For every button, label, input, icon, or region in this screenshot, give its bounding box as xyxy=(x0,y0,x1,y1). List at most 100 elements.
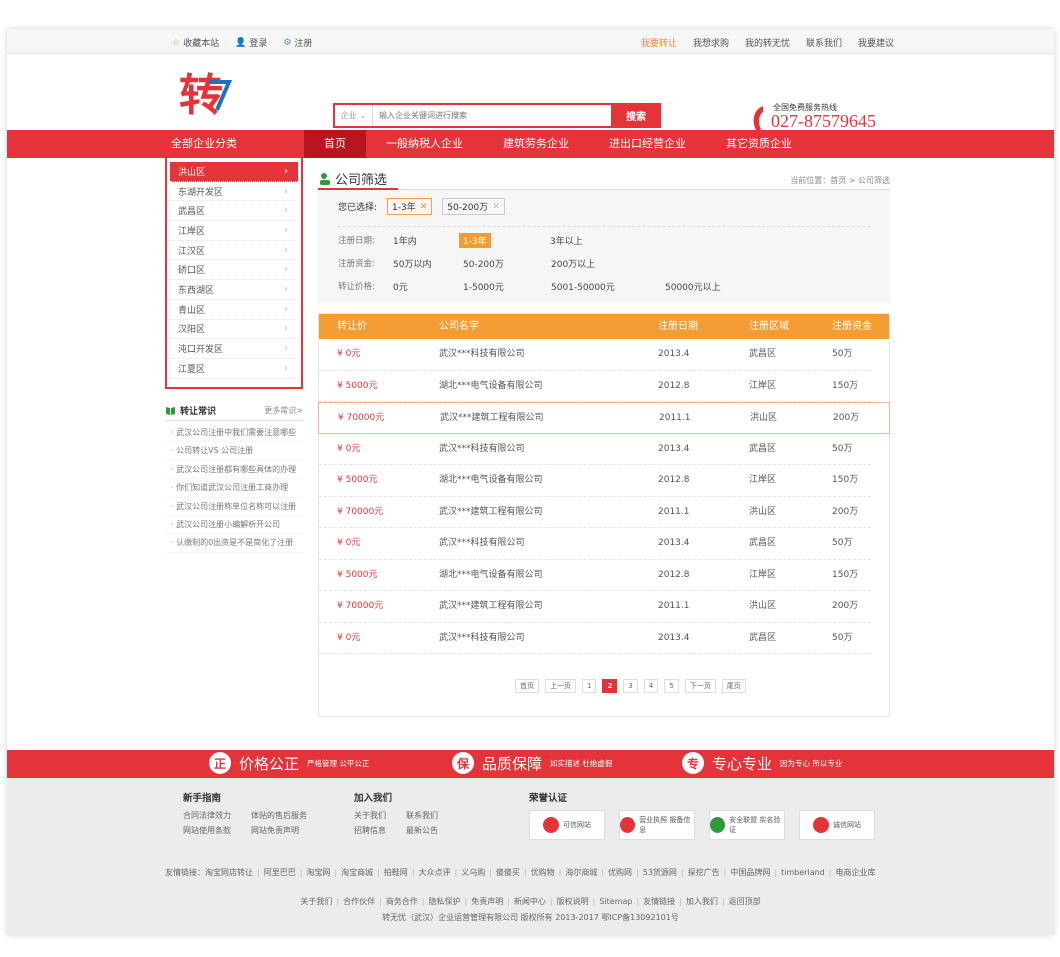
knowledge-item[interactable]: · 公司转让VS 公司注册 xyxy=(165,442,303,461)
about-link[interactable]: 商务合作 xyxy=(386,897,418,906)
table-row[interactable]: ¥ 5000元 湖北***电气设备有限公司 2012.8 江岸区 150万 xyxy=(319,560,871,591)
page-button[interactable]: 2 xyxy=(602,679,618,693)
honor-badge[interactable]: 安全联盟 实名验证 xyxy=(709,810,785,840)
friend-link[interactable]: 淘宝网 xyxy=(306,868,330,877)
topbar-right-link-3[interactable]: 联系我们 xyxy=(806,36,842,49)
friend-link[interactable]: 电商企业库 xyxy=(835,868,875,877)
footer-link[interactable]: 招聘信息 xyxy=(354,823,386,838)
friend-link[interactable]: 淘宝网店转让 xyxy=(205,868,253,877)
honor-badge[interactable]: 营业执照 报备信息 xyxy=(619,810,695,840)
friend-link[interactable]: 义乌购 xyxy=(461,868,485,877)
friend-link[interactable]: 大众点评 xyxy=(419,868,451,877)
about-link[interactable]: 友情链接 xyxy=(643,897,675,906)
site-logo[interactable]: 转 xyxy=(177,68,237,121)
knowledge-item[interactable]: · 武汉公司注册小编解析开公司 xyxy=(165,516,303,535)
district-item[interactable]: 武昌区 › xyxy=(170,201,298,222)
all-categories-label[interactable]: 全部企业分类 xyxy=(171,130,237,158)
filter-option[interactable]: 3年以上 xyxy=(550,234,583,247)
nav-link-0[interactable]: 首页 xyxy=(304,130,366,158)
table-row[interactable]: ¥ 0元 武汉***科技有限公司 2013.4 武昌区 50万 xyxy=(319,434,871,465)
footer-link[interactable]: 网站免责声明 xyxy=(251,823,299,838)
friend-link[interactable]: timberland xyxy=(781,868,825,877)
selected-tag[interactable]: 50-200万 ✕ xyxy=(442,198,505,215)
district-item[interactable]: 江岸区 › xyxy=(170,221,298,241)
knowledge-item[interactable]: · 你们知道武汉公司注册工商办理 xyxy=(165,479,303,498)
about-link[interactable]: 隐私保护 xyxy=(429,897,461,906)
friend-link[interactable]: 优购网 xyxy=(608,868,632,877)
page-button[interactable]: 下一页 xyxy=(684,679,716,693)
nav-link-1[interactable]: 一般纳税人企业 xyxy=(366,130,483,158)
honor-badge[interactable]: 诚信网站 xyxy=(799,810,875,840)
knowledge-item[interactable]: · 武汉公司注册都有哪些具体的办理 xyxy=(165,461,303,480)
friend-link[interactable]: 淘宝商城 xyxy=(341,868,373,877)
topbar-link-1[interactable]: 👤 登录 xyxy=(235,36,267,50)
topbar-link-0[interactable]: ☆ 收藏本站 xyxy=(172,36,219,50)
filter-option[interactable]: 50-200万 xyxy=(463,257,504,270)
about-link[interactable]: 合作伙伴 xyxy=(343,897,375,906)
knowledge-more-link[interactable]: 更多常识> xyxy=(264,405,303,416)
selected-tag[interactable]: 1-3年 ✕ xyxy=(387,198,433,215)
topbar-right-link-1[interactable]: 我想求购 xyxy=(693,36,729,49)
friend-link[interactable]: 中国品牌网 xyxy=(730,868,770,877)
nav-link-3[interactable]: 进出口经营企业 xyxy=(589,130,706,158)
page-button[interactable]: 尾页 xyxy=(721,679,746,693)
footer-link[interactable]: 最新公告 xyxy=(406,823,438,838)
district-item[interactable]: 青山区 › xyxy=(170,300,298,320)
table-row[interactable]: ¥ 70000元 武汉***建筑工程有限公司 2011.1 洪山区 200万 xyxy=(318,402,890,434)
footer-link[interactable]: 关于我们 xyxy=(354,808,386,823)
page-button[interactable]: 5 xyxy=(664,679,679,693)
table-row[interactable]: ¥ 70000元 武汉***建筑工程有限公司 2011.1 洪山区 200万 xyxy=(319,591,871,623)
topbar-right-link-0[interactable]: 我要转让 xyxy=(641,36,677,49)
friend-link[interactable]: 海尔商城 xyxy=(565,868,597,877)
table-row[interactable]: ¥ 70000元 武汉***建筑工程有限公司 2011.1 洪山区 200万 xyxy=(319,497,871,528)
honor-badge[interactable]: 可信网站 xyxy=(529,810,605,840)
page-button[interactable]: 上一页 xyxy=(545,679,576,693)
page-button[interactable]: 4 xyxy=(643,679,659,693)
knowledge-item[interactable]: · 认缴制的0出资是不是简化了注册 xyxy=(165,534,303,553)
about-link[interactable]: 新闻中心 xyxy=(514,897,546,906)
filter-option[interactable]: 1-3年 xyxy=(459,232,491,248)
friend-link[interactable]: 傻傻买 xyxy=(496,868,520,877)
close-icon[interactable]: ✕ xyxy=(492,202,500,212)
table-row[interactable]: ¥ 0元 武汉***科技有限公司 2013.4 武昌区 50万 xyxy=(319,528,871,560)
filter-option[interactable]: 0元 xyxy=(393,280,408,293)
page-button[interactable]: 1 xyxy=(582,679,597,693)
friend-link[interactable]: 53货源网 xyxy=(643,868,677,877)
friend-link[interactable]: 优购物 xyxy=(531,868,555,877)
filter-option[interactable]: 200万以上 xyxy=(551,257,595,270)
district-item[interactable]: 东湖开发区 › xyxy=(170,182,298,202)
footer-link[interactable]: 网站使用条款 xyxy=(183,823,231,838)
close-icon[interactable]: ✕ xyxy=(420,202,428,212)
district-item[interactable]: 沌口开发区 › xyxy=(170,339,298,359)
friend-link[interactable]: 拍鞋网 xyxy=(384,868,408,877)
topbar-right-link-4[interactable]: 我要建议 xyxy=(858,36,894,49)
table-row[interactable]: ¥ 0元 武汉***科技有限公司 2013.4 武昌区 50万 xyxy=(319,339,871,371)
search-button[interactable]: 搜索 xyxy=(611,103,661,128)
about-link[interactable]: 免责声明 xyxy=(471,897,503,906)
nav-link-2[interactable]: 建筑劳务企业 xyxy=(483,130,589,158)
about-link[interactable]: 返回顶部 xyxy=(729,897,761,906)
filter-option[interactable]: 50000元以上 xyxy=(665,280,721,293)
table-row[interactable]: ¥ 5000元 湖北***电气设备有限公司 2012.8 江岸区 150万 xyxy=(319,465,871,497)
district-item[interactable]: 东西湖区 › xyxy=(170,280,298,300)
district-item[interactable]: 江夏区 › xyxy=(170,359,298,379)
footer-link[interactable]: 联系我们 xyxy=(406,808,438,823)
filter-option[interactable]: 1年内 xyxy=(393,234,417,247)
table-row[interactable]: ¥ 5000元 湖北***电气设备有限公司 2012.8 江岸区 150万 xyxy=(319,371,871,402)
district-item[interactable]: 江汉区 › xyxy=(170,241,298,261)
footer-link[interactable]: 合同法律效力 xyxy=(183,808,231,823)
page-button[interactable]: 3 xyxy=(623,679,638,693)
filter-option[interactable]: 50万以内 xyxy=(393,257,431,270)
search-type-select[interactable]: 企业 ⌄ xyxy=(335,105,373,126)
about-link[interactable]: 关于我们 xyxy=(300,897,332,906)
filter-option[interactable]: 1-5000元 xyxy=(463,280,504,293)
knowledge-item[interactable]: · 武汉公司注册称单位名称可以注册 xyxy=(165,498,303,516)
knowledge-item[interactable]: · 武汉公司注册中我们需要注意哪些 xyxy=(165,424,303,443)
district-item[interactable]: 硚口区 › xyxy=(170,260,298,281)
page-button[interactable]: 首页 xyxy=(515,679,539,693)
footer-link[interactable]: 体贴的售后服务 xyxy=(251,808,307,823)
district-item[interactable]: 洪山区 › xyxy=(170,162,298,182)
about-link[interactable]: 加入我们 xyxy=(686,897,718,906)
friend-link[interactable]: 探挖广告 xyxy=(688,868,720,877)
filter-option[interactable]: 5001-50000元 xyxy=(551,280,615,293)
